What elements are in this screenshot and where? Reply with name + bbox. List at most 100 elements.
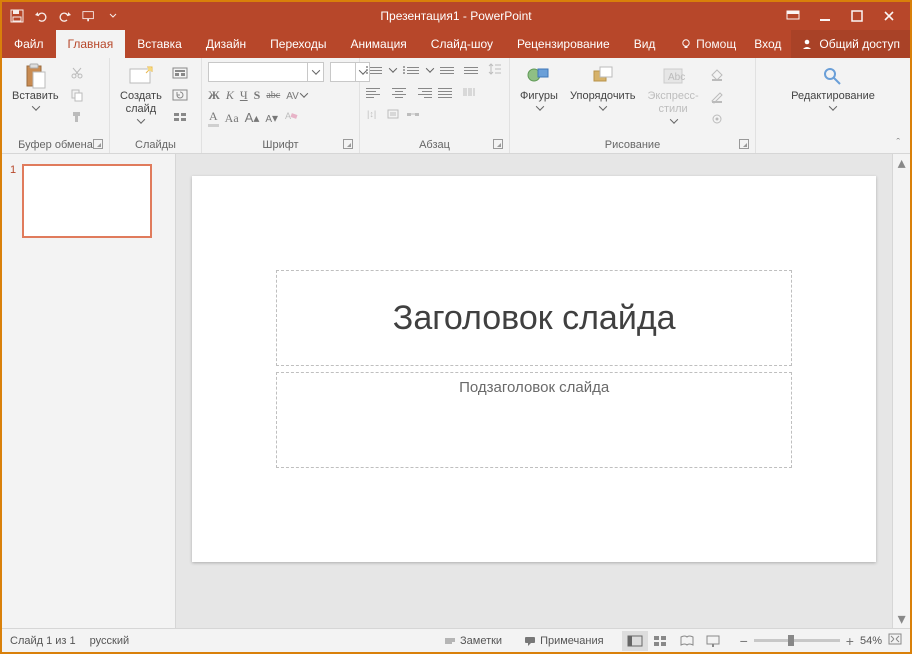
dialog-launcher-icon[interactable] [493,139,503,149]
tab-design[interactable]: Дизайн [194,30,258,58]
char-spacing-button[interactable]: AV [286,88,308,103]
zoom-percent[interactable]: 54% [860,635,882,647]
reading-view-button[interactable] [674,631,700,651]
arrange-icon [590,64,616,88]
dialog-launcher-icon[interactable] [343,139,353,149]
start-from-beginning-icon[interactable] [82,9,96,23]
tell-me-help[interactable]: Помощ [672,30,744,58]
increase-font-button[interactable]: A▴ [245,110,260,126]
dialog-launcher-icon[interactable] [93,139,103,149]
zoom-slider-thumb[interactable] [788,635,794,646]
collapse-ribbon-icon[interactable]: ˆ [896,137,900,149]
slide-canvas-area[interactable]: Заголовок слайда Подзаголовок слайда [176,154,892,628]
increase-indent-button[interactable] [464,63,482,79]
inc-a: A [245,110,254,125]
zoom-out-button[interactable]: − [740,633,748,649]
decrease-font-button[interactable]: A▾ [265,111,278,126]
notes-button[interactable]: Заметки [440,635,506,647]
language-indicator[interactable]: русский [90,635,129,647]
shape-effects-button[interactable] [707,110,727,128]
vertical-scrollbar[interactable]: ▴ ▾ [892,154,910,628]
thumbnail-preview[interactable] [22,164,152,238]
layout-button[interactable] [170,64,190,82]
copy-button[interactable] [67,86,87,104]
align-right-button[interactable] [414,85,432,101]
align-center-button[interactable] [390,85,408,101]
signin-button[interactable]: Вход [744,30,791,58]
copy-icon [70,88,84,102]
italic-button[interactable]: К [226,88,234,103]
scroll-down-icon[interactable]: ▾ [897,614,907,624]
dialog-launcher-icon[interactable] [739,139,749,149]
arrange-button[interactable]: Упорядочить [566,62,639,114]
minimize-icon[interactable] [818,9,832,23]
thumbnail-pane[interactable]: 1 [2,154,176,628]
text-direction-icon: |↕| [366,107,380,121]
editing-button[interactable]: Редактирование [787,62,879,114]
shape-outline-button[interactable] [707,88,727,106]
align-justify-button[interactable] [438,85,456,101]
font-color-button[interactable]: A [208,109,219,127]
shapes-button[interactable]: Фигуры [516,62,562,114]
tab-review[interactable]: Рецензирование [505,30,622,58]
sorter-view-button[interactable] [648,631,674,651]
drawing-group-label: Рисование [605,139,660,151]
normal-view-button[interactable] [622,631,648,651]
columns-button[interactable] [462,86,476,101]
maximize-icon[interactable] [850,9,864,23]
shape-fill-button[interactable] [707,66,727,84]
tab-view[interactable]: Вид [622,30,668,58]
new-slide-button[interactable]: Создать слайд [116,62,166,127]
format-painter-button[interactable] [67,108,87,126]
tab-home[interactable]: Главная [56,30,126,58]
slide[interactable]: Заголовок слайда Подзаголовок слайда [192,176,876,562]
tab-transitions[interactable]: Переходы [258,30,338,58]
quick-styles-icon: Abc [660,64,686,88]
ribbon-display-icon[interactable] [786,9,800,23]
underline-button[interactable]: Ч [240,88,248,103]
smartart-button[interactable] [406,108,420,123]
zoom-in-button[interactable]: + [846,633,854,649]
subtitle-placeholder[interactable]: Подзаголовок слайда [276,372,792,468]
reading-view-icon [679,635,695,647]
comments-button[interactable]: Примечания [520,635,608,647]
decrease-indent-button[interactable] [440,63,458,79]
tab-slideshow[interactable]: Слайд-шоу [419,30,505,58]
save-icon[interactable] [10,9,24,23]
text-shadow-button[interactable]: S [254,88,261,103]
font-family-select[interactable] [208,62,324,82]
redo-icon[interactable] [58,9,72,23]
strikethrough-button[interactable]: abc [266,90,280,101]
quick-styles-button[interactable]: Abc Экспресс- стили [643,62,702,127]
numbering-button[interactable] [403,64,419,78]
line-spacing-button[interactable] [488,62,502,79]
align-text-button[interactable] [386,108,400,123]
title-placeholder[interactable]: Заголовок слайда [276,270,792,366]
text-direction-button[interactable]: |↕| [366,107,380,124]
window-controls [786,9,910,23]
zoom-slider[interactable] [754,639,840,642]
align-left-button[interactable] [366,85,384,101]
slide-counter[interactable]: Слайд 1 из 1 [10,635,76,647]
tab-insert[interactable]: Вставка [125,30,194,58]
slideshow-view-button[interactable] [700,631,726,651]
share-button[interactable]: Общий доступ [791,30,910,58]
bullets-button[interactable] [366,64,382,78]
clipboard-group-label: Буфер обмена [18,139,93,151]
cut-button[interactable] [67,64,87,82]
fit-to-window-button[interactable] [888,633,902,648]
status-bar: Слайд 1 из 1 русский Заметки Примечания … [2,628,910,652]
reset-button[interactable] [170,86,190,104]
section-button[interactable] [170,108,190,126]
clear-format-button[interactable]: A [284,110,298,126]
paste-button[interactable]: Вставить [8,62,63,114]
scroll-up-icon[interactable]: ▴ [897,158,907,168]
close-icon[interactable] [882,9,896,23]
change-case-button[interactable]: Aa [225,111,239,126]
tab-file[interactable]: Файл [2,30,56,58]
bold-button[interactable]: Ж [208,88,220,103]
qat-customize-icon[interactable] [106,9,120,23]
undo-icon[interactable] [34,9,48,23]
thumbnail-slide-1[interactable]: 1 [10,164,167,238]
tab-animations[interactable]: Анимация [338,30,418,58]
